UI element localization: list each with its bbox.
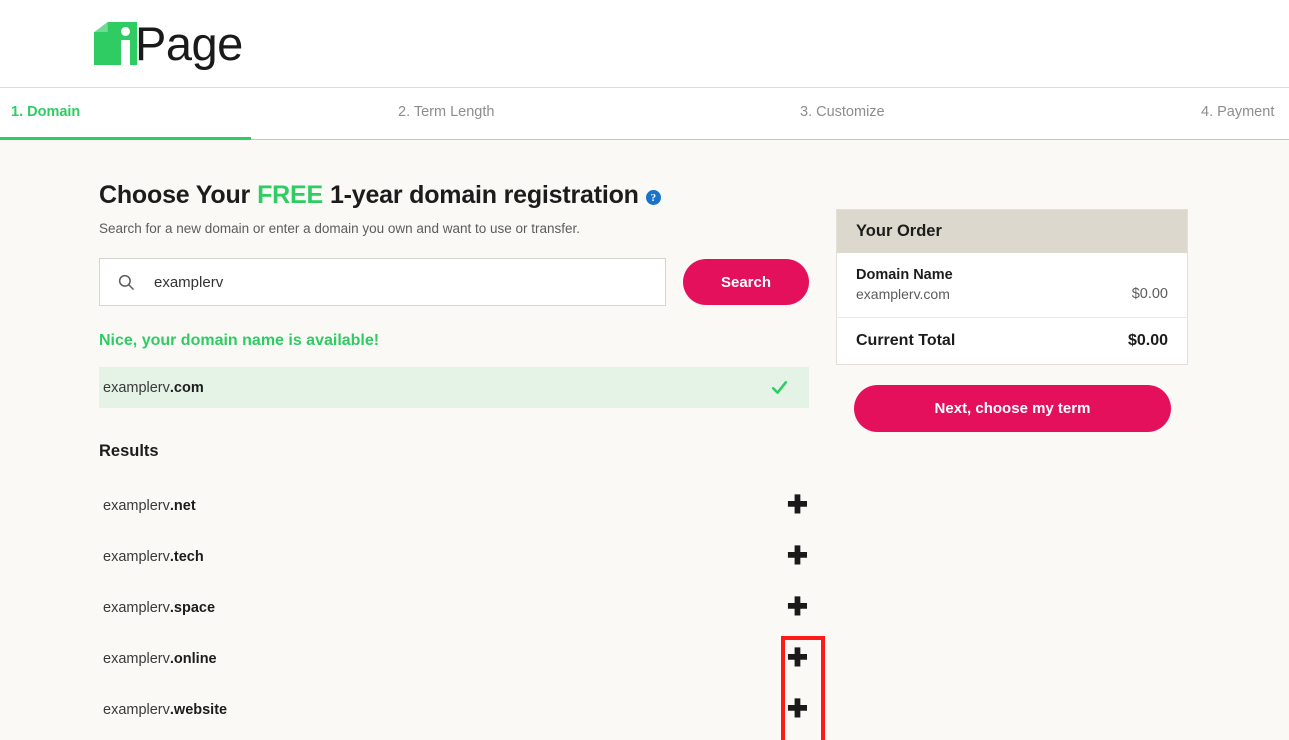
plus-icon: ✚ — [787, 593, 808, 621]
result-domain-name: examplerv.website — [103, 701, 228, 718]
order-total-label: Current Total — [856, 332, 956, 349]
ipage-logo[interactable]: Page — [94, 20, 243, 67]
results-heading: Results — [99, 442, 159, 460]
site-header: Page — [0, 0, 1289, 88]
result-domain-name: examplerv.space — [103, 599, 216, 616]
table-row[interactable]: examplerv.online ✚ — [99, 633, 809, 684]
plus-icon: ✚ — [787, 491, 808, 519]
availability-message: Nice, your domain name is available! — [99, 332, 380, 349]
table-row[interactable]: examplerv.tech ✚ — [99, 531, 809, 582]
order-title: Your Order — [837, 210, 1187, 253]
order-total-row: Current Total $0.00 — [837, 318, 1187, 364]
page-title: Choose Your FREE 1-year domain registrat… — [99, 181, 809, 210]
domain-search-panel: Choose Your FREE 1-year domain registrat… — [99, 181, 809, 735]
logo-wordmark: Page — [135, 17, 243, 70]
search-field-wrapper[interactable] — [99, 258, 666, 306]
plus-icon: ✚ — [787, 542, 808, 570]
step-tab-term-length[interactable]: 2. Term Length — [398, 104, 494, 120]
plus-icon: ✚ — [787, 644, 808, 672]
headline-free-highlight: FREE — [257, 181, 323, 209]
result-domain-name: examplerv.net — [103, 497, 196, 514]
domain-search-row: Search — [99, 258, 809, 306]
order-card: Your Order Domain Name examplerv.com $0.… — [836, 209, 1188, 365]
green-check-icon — [771, 381, 788, 394]
step-tab-domain[interactable]: 1. Domain — [11, 104, 80, 120]
next-choose-term-button[interactable]: Next, choose my term — [854, 385, 1171, 432]
available-domain-row[interactable]: examplerv.com — [99, 367, 809, 408]
add-domain-button[interactable]: ✚ — [776, 595, 819, 620]
order-total-amount: $0.00 — [1127, 332, 1168, 349]
result-domain-name: examplerv.tech — [103, 548, 204, 565]
plus-icon: ✚ — [787, 695, 808, 723]
order-item-label: Domain Name — [856, 267, 953, 283]
add-domain-button[interactable]: ✚ — [776, 493, 819, 518]
table-row[interactable]: examplerv.website ✚ — [99, 684, 809, 735]
add-domain-button[interactable]: ✚ — [776, 697, 819, 722]
checkout-steps: 1. Domain 2. Term Length 3. Customize 4.… — [0, 88, 1289, 140]
order-item-price: $0.00 — [1131, 286, 1168, 302]
result-domain-name: examplerv.online — [103, 650, 217, 667]
domain-results-list: examplerv.net ✚ examplerv.tech ✚ example… — [99, 480, 809, 735]
table-row[interactable]: examplerv.space ✚ — [99, 582, 809, 633]
page-subtitle: Search for a new domain or enter a domai… — [99, 221, 581, 236]
domain-search-input[interactable] — [152, 259, 632, 305]
order-summary-panel: Your Order Domain Name examplerv.com $0.… — [836, 209, 1188, 432]
step-tab-payment[interactable]: 4. Payment — [1201, 104, 1274, 120]
order-item-value: examplerv.com — [856, 286, 950, 302]
help-question-icon[interactable]: ? — [645, 190, 661, 205]
add-domain-button[interactable]: ✚ — [776, 646, 819, 671]
order-line-item: Domain Name examplerv.com $0.00 — [837, 253, 1187, 318]
step-tab-customize[interactable]: 3. Customize — [800, 104, 885, 120]
table-row[interactable]: examplerv.net ✚ — [99, 480, 809, 531]
page-body: Choose Your FREE 1-year domain registrat… — [0, 140, 1289, 740]
headline-text-2: 1-year domain registration — [329, 181, 639, 209]
ipage-logo-icon — [94, 22, 137, 65]
search-button[interactable]: Search — [683, 259, 809, 305]
headline-text-1: Choose Your — [99, 181, 251, 209]
available-domain-name: examplerv.com — [103, 379, 204, 396]
add-domain-button[interactable]: ✚ — [776, 544, 819, 569]
search-magnifier-icon — [118, 274, 134, 290]
